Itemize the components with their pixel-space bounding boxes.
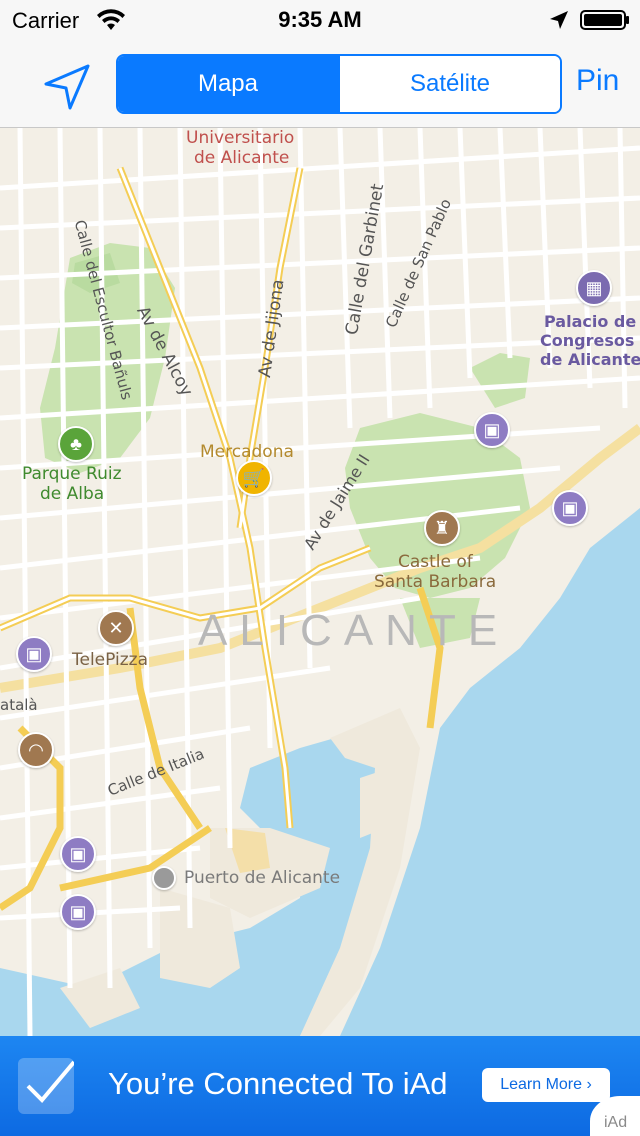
port-dot-icon[interactable] (152, 866, 176, 890)
castle-label-2: Santa Barbara (374, 572, 497, 592)
pin-button[interactable]: Pin (576, 64, 619, 98)
train-icon[interactable]: ▣ (16, 636, 52, 672)
navigation-bar: Mapa Satélite Pin (0, 40, 640, 128)
checkmark-icon (18, 1058, 76, 1114)
status-time: 9:35 AM (278, 7, 362, 32)
train-icon[interactable]: ▣ (60, 894, 96, 930)
iad-banner[interactable]: You’re Connected To iAd Learn More › (0, 1036, 640, 1136)
iad-brand-label: iAd (604, 1114, 628, 1131)
telepizza-label: TelePizza (72, 650, 149, 670)
university-label-line2: de Alicante (194, 148, 290, 168)
map-view[interactable]: Universitario de Alicante Av de Alcoy Av… (0, 128, 640, 1036)
parque-label-1: Parque Ruiz (22, 464, 122, 484)
train-icon[interactable]: ▣ (60, 836, 96, 872)
battery-icon (580, 10, 629, 30)
iad-message: You’re Connected To iAd (108, 1066, 448, 1101)
mercadona-label: Mercadona (200, 442, 294, 462)
segment-satelite[interactable]: Satélite (338, 56, 560, 112)
park-tree-icon[interactable]: ♣ (58, 426, 94, 462)
train-icon[interactable]: ▣ (474, 412, 510, 448)
castle-icon[interactable]: ♜ (424, 510, 460, 546)
congress-icon[interactable]: ▦ (576, 270, 612, 306)
palacio-label-1: Palacio de (544, 312, 637, 331)
train-icon[interactable]: ▣ (552, 490, 588, 526)
university-label-line1: Universitario (186, 128, 295, 148)
parque-label-2: de Alba (40, 484, 105, 504)
shopping-cart-icon[interactable]: 🛒 (236, 460, 272, 496)
city-label: ALICANTE (198, 606, 510, 655)
segment-mapa[interactable]: Mapa (118, 56, 338, 112)
palacio-label-3: de Alicante (540, 350, 640, 369)
palacio-label-2: Congresos (540, 331, 635, 350)
locate-me-icon[interactable] (40, 60, 94, 114)
street-catala: atalà (0, 696, 38, 714)
bread-icon[interactable]: ◠ (18, 732, 54, 768)
map-type-segmented-control: Mapa Satélite (116, 54, 562, 114)
learn-more-button[interactable]: Learn More › (482, 1068, 610, 1102)
status-bar: Carrier 9:35 AM (0, 0, 640, 40)
castle-label-1: Castle of (398, 552, 473, 572)
fork-knife-icon[interactable]: ✕ (98, 610, 134, 646)
puerto-label: Puerto de Alicante (184, 868, 341, 888)
location-arrow-icon (550, 11, 568, 29)
